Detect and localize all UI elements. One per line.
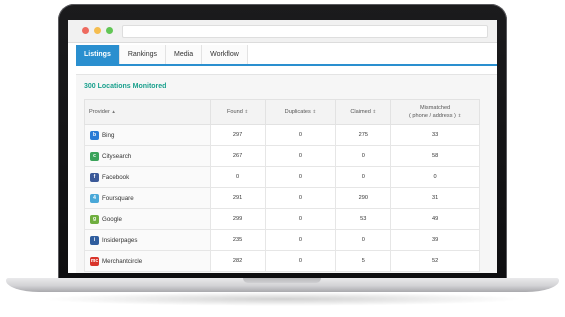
- found-cell: 291: [209, 187, 266, 209]
- maximize-window-button[interactable]: [106, 27, 113, 34]
- provider-cell: i Insiderpages: [84, 229, 211, 251]
- laptop-screen: Listings Rankings Media Workflow 300 Loc…: [68, 20, 497, 273]
- duplicates-cell: 0: [264, 166, 337, 188]
- provider-name: Foursquare: [102, 194, 134, 202]
- claimed-cell: 53: [335, 208, 392, 230]
- provider-cell: 4 Foursquare: [84, 187, 211, 209]
- listings-table: Provider ▲ Found ⇕ Duplicates ⇕ Claimed …: [84, 99, 480, 272]
- foursquare-icon: 4: [90, 193, 99, 203]
- provider-name: Google: [102, 215, 122, 223]
- table-row: g Google 299 0 53 49: [84, 208, 480, 230]
- close-window-button[interactable]: [82, 27, 89, 34]
- provider-name: Facebook: [102, 173, 130, 181]
- tab-workflow[interactable]: Workflow: [202, 45, 248, 64]
- table-row: c Citysearch 267 0 0 58: [84, 145, 480, 167]
- found-header-label: Found: [226, 109, 243, 115]
- provider-cell: mc Merchantcircle: [84, 250, 211, 272]
- duplicates-cell: 0: [264, 250, 337, 272]
- table-row: f Facebook 0 0 0 0: [84, 166, 480, 188]
- insiderpages-icon: i: [90, 235, 99, 245]
- mismatched-cell: 49: [390, 208, 480, 230]
- citysearch-icon: c: [90, 151, 99, 161]
- merchantcircle-icon: mc: [90, 256, 99, 266]
- tab-media[interactable]: Media: [166, 45, 203, 64]
- duplicates-header-label: Duplicates: [284, 109, 311, 115]
- laptop-shadow: [40, 292, 525, 306]
- duplicates-cell: 0: [264, 187, 337, 209]
- sort-ascending-icon: ▲: [111, 109, 116, 114]
- found-cell: 297: [209, 124, 266, 146]
- provider-cell: g Google: [84, 208, 211, 230]
- tab-listings[interactable]: Listings: [76, 45, 120, 64]
- found-cell: 267: [209, 145, 266, 167]
- table-header-row: Provider ▲ Found ⇕ Duplicates ⇕ Claimed …: [84, 99, 480, 125]
- duplicates-cell: 0: [264, 229, 337, 251]
- mismatched-cell: 52: [390, 250, 480, 272]
- provider-name: Merchantcircle: [102, 257, 143, 265]
- tab-rankings[interactable]: Rankings: [119, 45, 167, 64]
- bing-icon: b: [90, 130, 99, 140]
- duplicates-cell: 0: [264, 124, 337, 146]
- claimed-cell: 0: [335, 145, 392, 167]
- mismatched-cell: 58: [390, 145, 480, 167]
- provider-cell: f Facebook: [84, 166, 211, 188]
- sort-icon: ⇕: [244, 109, 249, 114]
- sort-icon: ⇕: [457, 112, 462, 118]
- claimed-cell: 275: [335, 124, 392, 146]
- sort-icon: ⇕: [372, 109, 377, 114]
- provider-name: Bing: [102, 131, 115, 139]
- duplicates-cell: 0: [264, 208, 337, 230]
- table-row: 4 Foursquare 291 0 290 31: [84, 187, 480, 209]
- mismatched-cell: 33: [390, 124, 480, 146]
- found-cell: 235: [209, 229, 266, 251]
- claimed-column-header[interactable]: Claimed ⇕: [335, 99, 392, 125]
- provider-column-header[interactable]: Provider ▲: [84, 99, 211, 125]
- duplicates-column-header[interactable]: Duplicates ⇕: [264, 99, 337, 125]
- table-row: i Insiderpages 235 0 0 39: [84, 229, 480, 251]
- table-row: mc Merchantcircle 282 0 5 52: [84, 250, 480, 272]
- mismatched-header-sublabel: ( phone / address ): [408, 112, 456, 119]
- found-column-header[interactable]: Found ⇕: [209, 99, 266, 125]
- laptop-notch: [243, 278, 321, 283]
- mismatched-column-header[interactable]: Mismatched ( phone / address ) ⇕: [390, 99, 480, 125]
- listings-panel: 300 Locations Monitored Provider ▲ Found…: [76, 74, 497, 273]
- mismatched-cell: 39: [390, 229, 480, 251]
- panel-title: 300 Locations Monitored: [84, 83, 167, 90]
- found-cell: 282: [209, 250, 266, 272]
- mismatched-cell: 31: [390, 187, 480, 209]
- claimed-cell: 290: [335, 187, 392, 209]
- claimed-cell: 5: [335, 250, 392, 272]
- minimize-window-button[interactable]: [94, 27, 101, 34]
- mismatched-cell: 0: [390, 166, 480, 188]
- provider-header-label: Provider: [89, 109, 110, 115]
- browser-chrome: [68, 20, 497, 43]
- table-row: b Bing 297 0 275 33: [84, 124, 480, 146]
- facebook-icon: f: [90, 172, 99, 182]
- claimed-cell: 0: [335, 166, 392, 188]
- tab-bar: Listings Rankings Media Workflow: [76, 45, 497, 66]
- found-cell: 0: [209, 166, 266, 188]
- provider-name: Citysearch: [102, 152, 132, 160]
- provider-name: Insiderpages: [102, 236, 138, 244]
- claimed-header-label: Claimed: [350, 109, 371, 115]
- duplicates-cell: 0: [264, 145, 337, 167]
- provider-cell: c Citysearch: [84, 145, 211, 167]
- mismatched-header-label: Mismatched: [420, 104, 451, 111]
- sort-icon: ⇕: [312, 109, 317, 114]
- address-bar[interactable]: [122, 25, 488, 38]
- provider-cell: b Bing: [84, 124, 211, 146]
- found-cell: 299: [209, 208, 266, 230]
- google-icon: g: [90, 214, 99, 224]
- claimed-cell: 0: [335, 229, 392, 251]
